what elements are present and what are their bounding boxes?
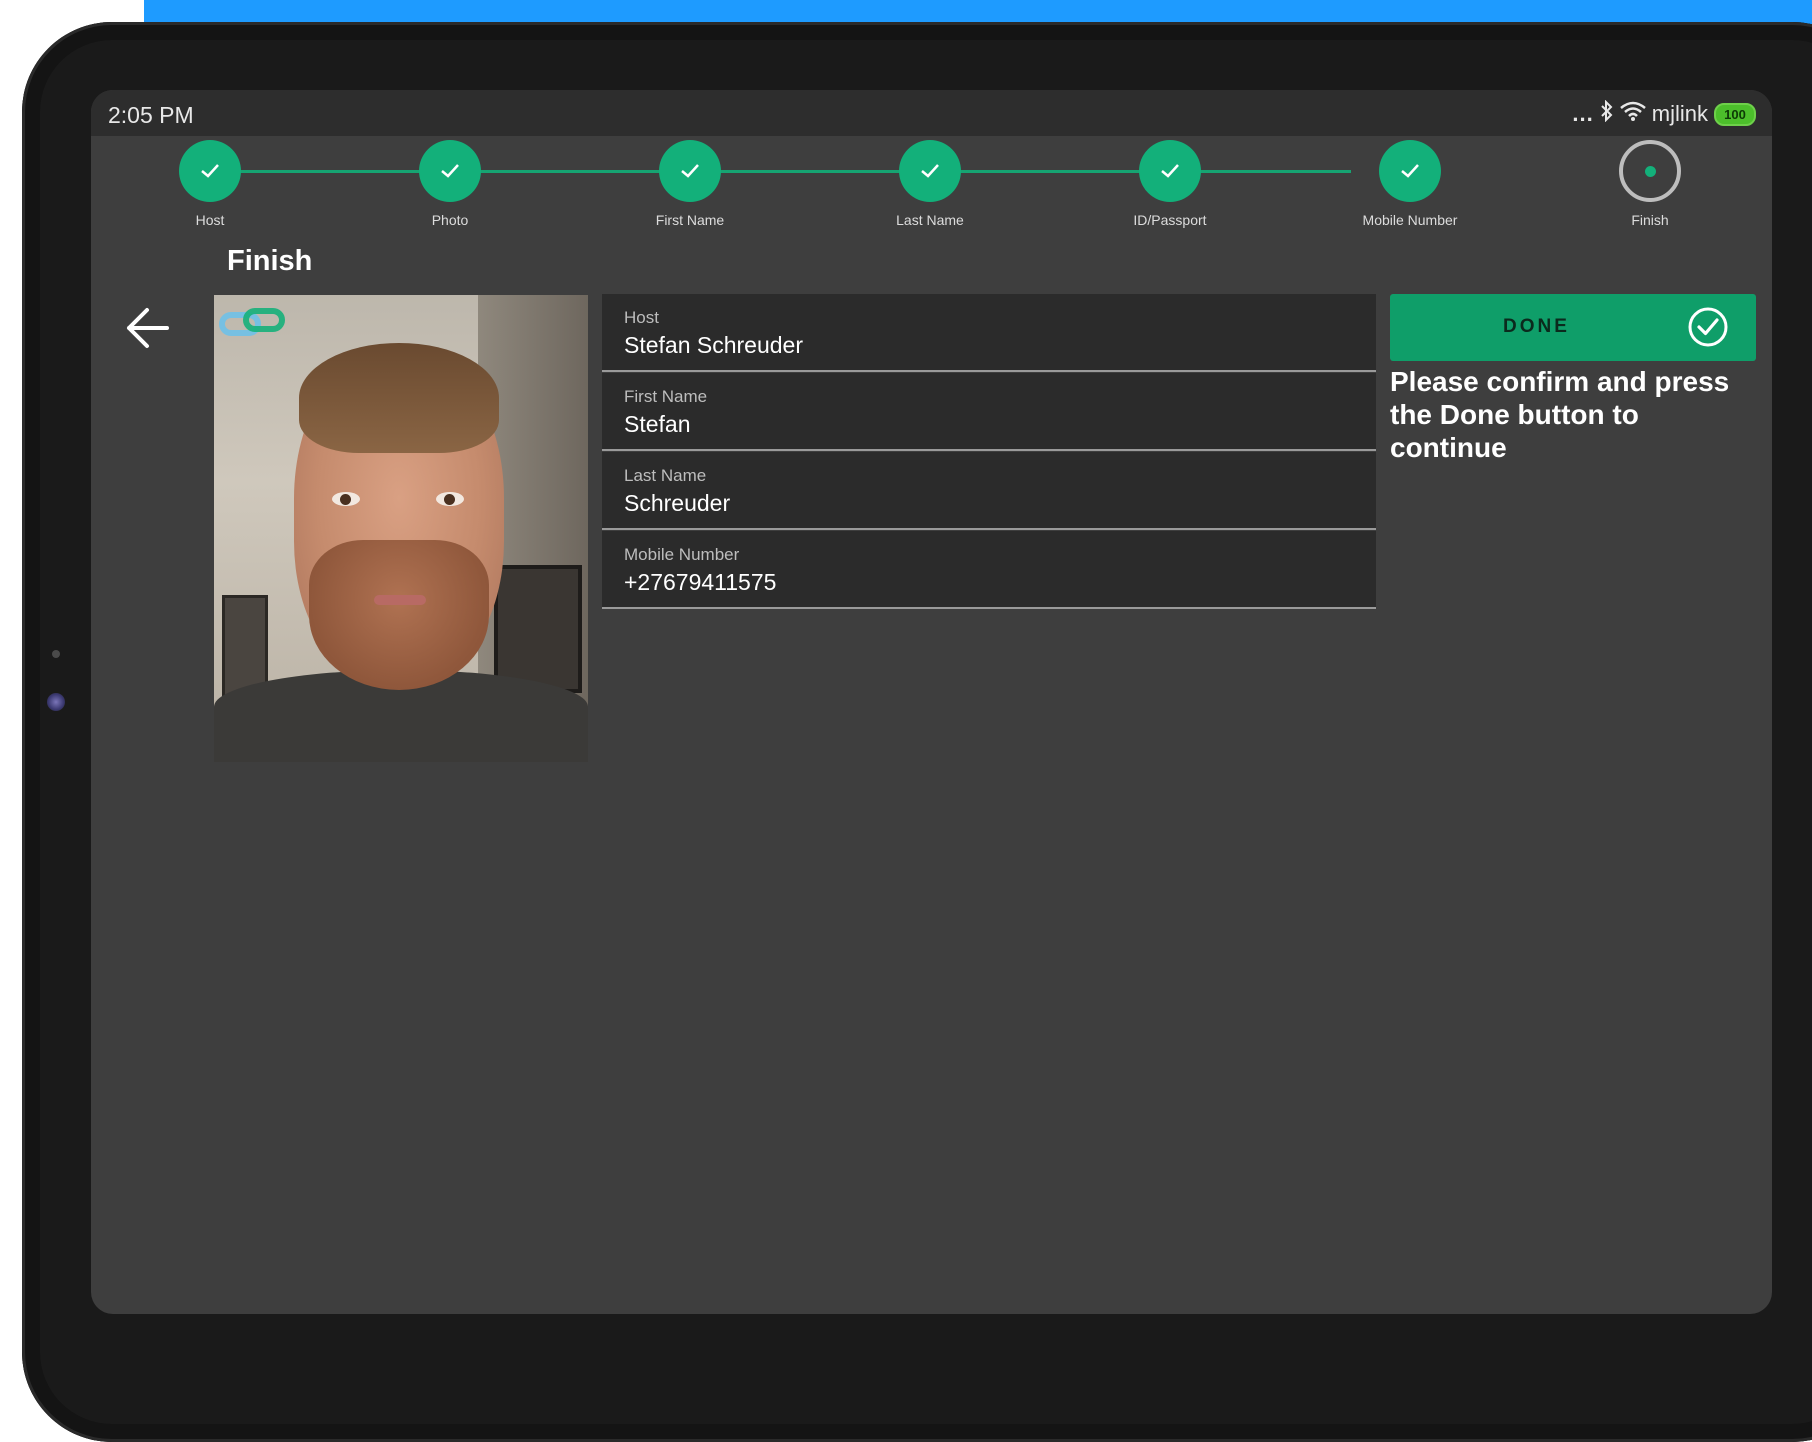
page-title: Finish: [227, 245, 313, 277]
tablet-sensor-dot: [52, 650, 60, 658]
status-bar: 2:05 PM ... mjlink 100: [91, 90, 1772, 136]
confirm-instructions: Please confirm and press the Done button…: [1390, 366, 1730, 463]
wifi-icon: [1619, 101, 1646, 127]
check-icon: [1379, 140, 1441, 202]
visitor-photo: [214, 295, 588, 762]
field-label: First Name: [624, 387, 708, 406]
field-label: Mobile Number: [624, 545, 740, 564]
step-id-passport: ID/Passport: [1090, 140, 1250, 228]
check-icon: [419, 140, 481, 202]
step-finish: Finish: [1570, 140, 1730, 228]
field-value: Schreuder: [624, 490, 731, 516]
arrow-left-icon: [127, 308, 169, 348]
field-label: Host: [624, 308, 659, 327]
field-value: +27679411575: [624, 569, 777, 595]
check-icon: [899, 140, 961, 202]
step-label: Host: [195, 212, 225, 228]
field-label: Last Name: [624, 466, 707, 485]
step-label: Finish: [1631, 212, 1669, 228]
host-field: Host Stefan Schreuder: [602, 294, 1376, 372]
camera-icon: [47, 693, 65, 711]
done-button[interactable]: DONE: [1390, 294, 1756, 361]
status-icons: ... mjlink 100: [1572, 99, 1756, 128]
field-value: Stefan Schreuder: [624, 332, 804, 358]
done-button-label: DONE: [1503, 316, 1570, 337]
step-label: First Name: [655, 212, 725, 228]
app-screen: 2:05 PM ... mjlink 100 Host Photo First …: [91, 90, 1772, 1314]
first-name-field: First Name Stefan: [602, 373, 1376, 451]
step-label: ID/Passport: [1133, 212, 1207, 228]
check-icon: [659, 140, 721, 202]
visitor-details: Host Stefan Schreuder First Name Stefan …: [602, 294, 1376, 610]
bluetooth-icon: [1600, 99, 1614, 128]
progress-stepper: Host Photo First Name Last Name ID/Passp…: [91, 140, 1772, 236]
network-name: mjlink: [1651, 101, 1708, 126]
mobile-number-field: Mobile Number +27679411575: [602, 531, 1376, 609]
status-time: 2:05 PM: [108, 102, 194, 128]
back-button[interactable]: [123, 303, 173, 353]
step-label: Mobile Number: [1362, 212, 1458, 228]
step-host: Host: [130, 140, 290, 228]
step-last-name: Last Name: [850, 140, 1010, 228]
chain-link-logo-icon: [219, 308, 285, 336]
step-label: Photo: [431, 212, 469, 228]
check-icon: [179, 140, 241, 202]
last-name-field: Last Name Schreuder: [602, 452, 1376, 530]
check-circle-icon: [1688, 307, 1728, 347]
step-label: Last Name: [896, 212, 964, 228]
step-mobile-number: Mobile Number: [1330, 140, 1490, 228]
step-first-name: First Name: [610, 140, 770, 228]
current-step-icon: [1619, 140, 1681, 202]
more-dots-icon: ...: [1572, 101, 1594, 126]
field-value: Stefan: [624, 411, 691, 437]
battery-icon: 100: [1714, 102, 1756, 126]
check-icon: [1139, 140, 1201, 202]
step-photo: Photo: [370, 140, 530, 228]
